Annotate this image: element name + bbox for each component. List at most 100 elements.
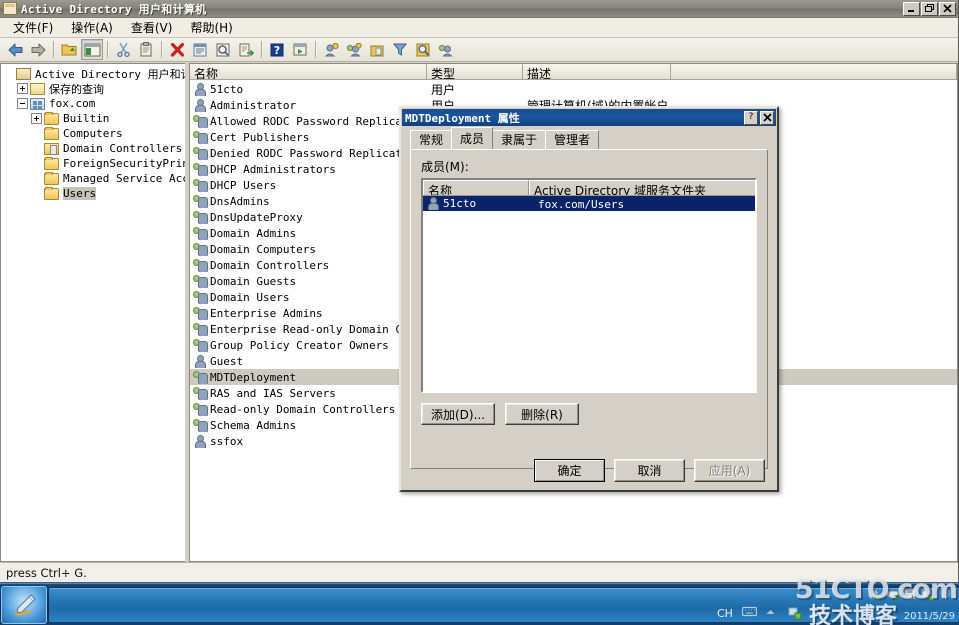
row-name-text: DnsAdmins (210, 194, 270, 208)
cell-name: Enterprise Read-only Domain Controllers (190, 322, 427, 336)
properties-icon[interactable] (189, 39, 211, 60)
members-list-body[interactable]: 51cto fox.com/Users (423, 196, 755, 211)
show-group-icon[interactable] (289, 39, 311, 60)
tree-domain-foxcom[interactable]: fox.com (3, 96, 185, 111)
show-hide-console-tree-icon[interactable] (81, 39, 103, 60)
tree-builtin[interactable]: Builtin (3, 111, 185, 126)
save-disk-icon[interactable] (903, 587, 917, 601)
restore-button[interactable] (921, 1, 938, 16)
minimize-button[interactable] (903, 1, 920, 16)
row-name-text: Domain Users (210, 290, 290, 304)
members-list[interactable]: 名称 Active Directory 域服务文件夹 51cto fox.com/… (421, 178, 757, 393)
tree-root-adsi[interactable]: Active Directory 用户和计算机 (3, 66, 185, 81)
group-icon (193, 274, 208, 288)
row-name-text: ssfox (210, 434, 244, 448)
member-column-name[interactable]: 名称 (423, 180, 529, 195)
copy-icon[interactable] (135, 39, 157, 60)
action-center-icon[interactable] (788, 606, 802, 620)
quicklaunch-paint-button[interactable] (1, 585, 47, 624)
filter-icon[interactable] (389, 39, 411, 60)
tree-managed-service-accounts[interactable]: Managed Service Accounts (3, 171, 185, 186)
find-icon[interactable] (412, 39, 434, 60)
menu-file[interactable]: 文件(F) (4, 17, 62, 38)
row-name-text: Domain Admins (210, 226, 297, 240)
column-type[interactable]: 类型 (427, 64, 523, 79)
tab-member-of[interactable]: 隶属于 (492, 130, 547, 149)
system-tray: CH 2011/5/29 (709, 584, 959, 625)
remove-button[interactable]: 删除(R) (505, 403, 579, 425)
domain-icon (30, 97, 45, 110)
add-button[interactable]: 添加(D)... (421, 403, 495, 425)
menu-help[interactable]: 帮助(H) (181, 17, 241, 38)
menu-action[interactable]: 操作(A) (62, 17, 122, 38)
row-name-text: Group Policy Creator Owners (210, 338, 389, 352)
help-icon[interactable]: ? (266, 39, 288, 60)
removable-media-icon[interactable] (885, 587, 899, 601)
row-name-text: MDTDeployment (210, 370, 297, 384)
chevron-up-icon[interactable] (765, 606, 779, 620)
user-icon (193, 354, 206, 368)
keyboard-icon[interactable] (741, 606, 758, 620)
tab-general[interactable]: 常规 (410, 130, 453, 149)
user-icon (193, 82, 206, 96)
member-column-folder[interactable]: Active Directory 域服务文件夹 (529, 180, 755, 195)
user-icon (193, 98, 206, 112)
expand-icon[interactable] (17, 83, 28, 94)
tray-icon-group (867, 587, 953, 601)
cell-name: RAS and IAS Servers (190, 386, 427, 400)
cell-name: Read-only Domain Controllers (190, 402, 427, 416)
column-filler[interactable] (671, 64, 957, 79)
group-icon (193, 242, 208, 256)
expand-icon[interactable] (31, 113, 42, 124)
new-group-icon[interactable] (343, 39, 365, 60)
column-description[interactable]: 描述 (523, 64, 671, 79)
tree-item-label: Domain Controllers (63, 142, 183, 155)
up-one-level-icon[interactable] (58, 39, 80, 60)
input-language-indicator[interactable]: CH (717, 607, 733, 620)
dialog-help-button[interactable]: ? (744, 110, 758, 125)
back-icon[interactable] (4, 39, 26, 60)
ok-button[interactable]: 确定 (534, 459, 605, 482)
cut-icon[interactable] (112, 39, 134, 60)
menu-view[interactable]: 查看(V) (122, 17, 182, 38)
members-actions: 添加(D)... 删除(R) (421, 403, 757, 425)
row-name-text: 51cto (210, 82, 244, 96)
new-user-icon[interactable] (320, 39, 342, 60)
tree-item-label: ForeignSecurityPrincipals (63, 157, 185, 170)
cell-name: Allowed RODC Password Replication Group (190, 114, 427, 128)
member-row[interactable]: 51cto fox.com/Users (423, 196, 755, 211)
collapse-icon[interactable] (17, 98, 28, 109)
tab-members[interactable]: 成员 (451, 127, 494, 149)
dialog-close-button[interactable] (760, 110, 774, 125)
export-list-icon[interactable] (235, 39, 257, 60)
network-icon[interactable] (867, 587, 881, 601)
dialog-body: 常规 成员 隶属于 管理者 成员(M): 名称 Active Directory 域服… (401, 127, 777, 490)
forward-icon[interactable] (27, 39, 49, 60)
group-icon (193, 178, 208, 192)
apply-button: 应用(A) (694, 459, 765, 482)
dialog-tabs[interactable]: 常规 成员 隶属于 管理者 (401, 127, 777, 149)
saved-query-icon[interactable] (435, 39, 457, 60)
cell-name: Domain Controllers (190, 258, 427, 272)
toolbar-separator (315, 41, 316, 58)
tree-saved-queries[interactable]: 保存的查询 (3, 81, 185, 96)
refresh-icon[interactable] (212, 39, 234, 60)
server-manager-icon[interactable] (921, 587, 935, 601)
cell-name: 51cto (190, 82, 427, 96)
new-ou-icon[interactable] (366, 39, 388, 60)
tab-managed-by[interactable]: 管理者 (545, 130, 600, 149)
delete-icon[interactable] (166, 39, 188, 60)
column-name[interactable]: 名称 (190, 64, 427, 79)
tree-foreign-security-principals[interactable]: ForeignSecurityPrincipals (3, 156, 185, 171)
close-button[interactable] (939, 1, 956, 16)
table-row[interactable]: 51cto 用户 (190, 81, 957, 97)
flag-icon[interactable] (811, 606, 825, 620)
tree-computers[interactable]: Computers (3, 126, 185, 141)
tree-users[interactable]: Users (3, 186, 185, 201)
tree-domain-controllers[interactable]: Domain Controllers (3, 141, 185, 156)
clock-date[interactable]: 2011/5/29 (904, 611, 955, 622)
console-tree[interactable]: Active Directory 用户和计算机保存的查询fox.com Built… (1, 64, 185, 201)
shield-icon[interactable] (939, 587, 953, 601)
cancel-button[interactable]: 取消 (614, 459, 685, 482)
toolbar: ? (0, 38, 958, 62)
